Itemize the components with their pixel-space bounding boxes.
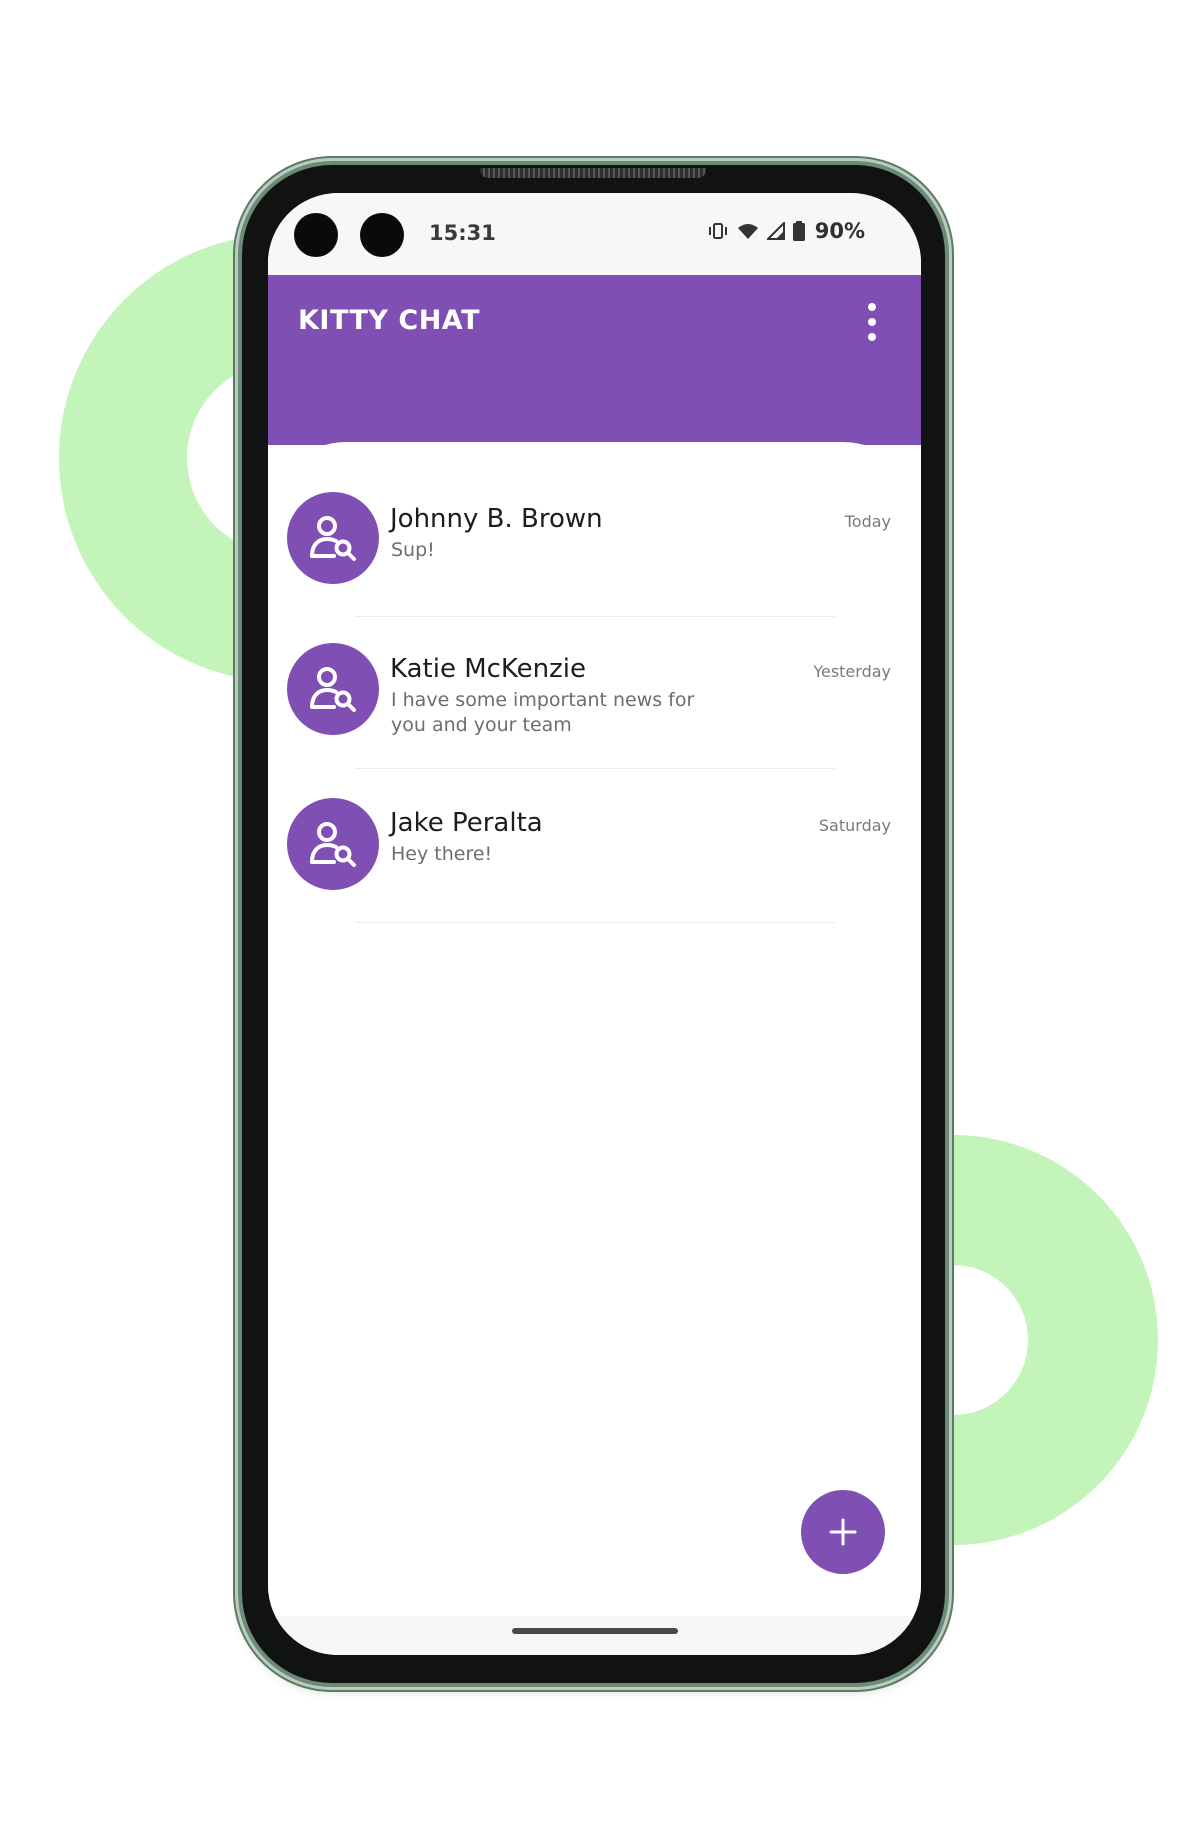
front-camera-right [360, 213, 404, 257]
battery-percentage: 90% [814, 219, 865, 243]
avatar [287, 643, 379, 735]
chat-list-item[interactable]: Katie McKenzie I have some important new… [268, 594, 921, 746]
user-search-icon [310, 516, 356, 561]
wifi-icon [737, 224, 758, 239]
chat-list-item[interactable]: Jake Peralta Hey there! Saturday [268, 750, 921, 902]
chat-last-message: Sup! [391, 539, 435, 561]
user-search-icon [310, 667, 356, 712]
chat-list-item[interactable]: Johnny B. Brown Sup! Today [268, 442, 921, 594]
chat-timestamp: Today [844, 512, 891, 531]
status-bar: 15:31 90% [268, 193, 921, 275]
chat-contact-name: Katie McKenzie [390, 654, 587, 684]
chat-last-message: I have some important news for you and y… [391, 689, 695, 736]
vibrate-icon [708, 223, 727, 239]
user-search-icon [310, 822, 356, 867]
status-icons: 90% [707, 219, 865, 243]
phone-power-button [945, 646, 953, 756]
more-options-button[interactable] [859, 301, 885, 343]
plus-icon [829, 1518, 857, 1546]
avatar [287, 798, 379, 890]
chat-contact-name: Johnny B. Brown [390, 504, 603, 534]
phone-speaker-grille [480, 168, 706, 178]
chat-last-message: Hey there! [391, 843, 493, 865]
home-gesture-bar[interactable] [512, 1628, 678, 1634]
battery-icon [792, 221, 805, 241]
app-title: KITTY CHAT [298, 305, 481, 336]
divider [355, 922, 835, 923]
navigation-bar [268, 1616, 921, 1655]
chat-contact-name: Jake Peralta [390, 808, 543, 838]
chat-timestamp: Saturday [818, 816, 891, 835]
phone-screen: 15:31 90% KITTY CHAT Johnny B. Brown Sup… [268, 193, 921, 1655]
more-vertical-icon-dot [868, 318, 876, 326]
status-time: 15:31 [429, 221, 496, 245]
app-bar: KITTY CHAT Johnny B. Brown Sup! Today Ka… [268, 275, 921, 1655]
more-vertical-icon-dot [868, 303, 876, 311]
signal-icon [766, 222, 785, 240]
front-camera-left [294, 213, 338, 257]
chat-list: Johnny B. Brown Sup! Today Katie McKenzi… [268, 442, 921, 1655]
more-vertical-icon-dot [868, 333, 876, 341]
new-chat-button[interactable] [801, 1490, 885, 1574]
avatar [287, 492, 379, 584]
chat-timestamp: Yesterday [813, 662, 891, 681]
